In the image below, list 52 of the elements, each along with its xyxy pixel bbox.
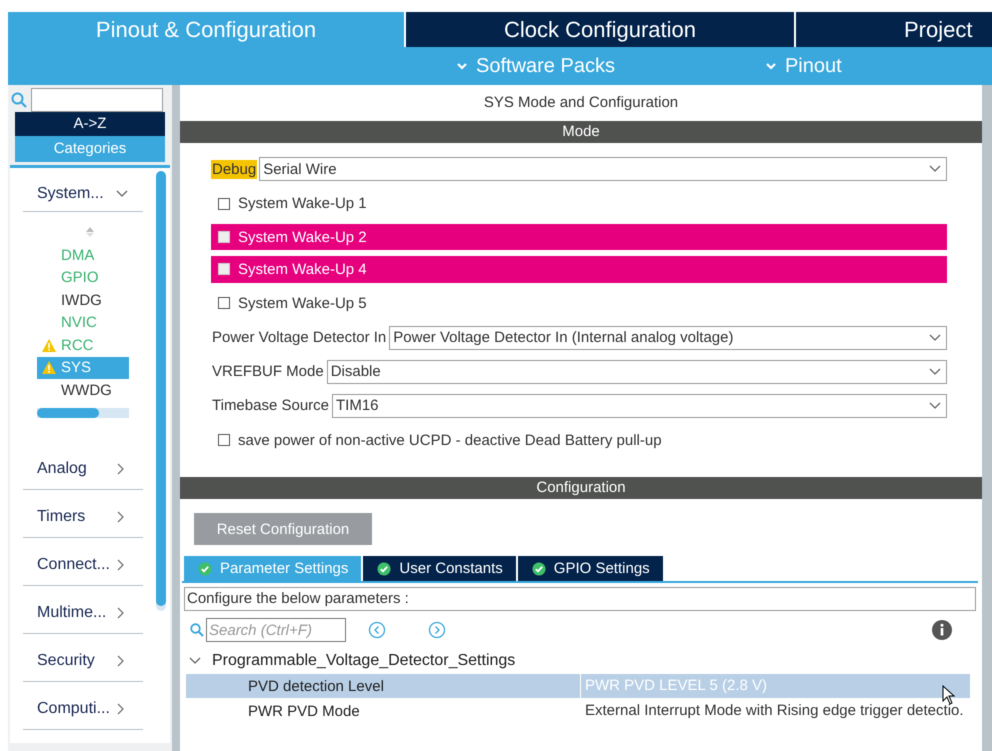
sort-tab[interactable]: A->Z bbox=[15, 112, 165, 136]
category-header[interactable]: Security bbox=[23, 634, 143, 682]
check-icon bbox=[198, 562, 212, 576]
checkbox[interactable] bbox=[218, 434, 230, 446]
category-header[interactable]: Timers bbox=[23, 490, 143, 538]
field-label: Power Voltage Detector In bbox=[211, 328, 388, 348]
field-label: Timebase Source bbox=[211, 396, 330, 416]
checkbox[interactable] bbox=[218, 297, 230, 310]
checkbox[interactable] bbox=[218, 198, 230, 210]
category-header[interactable]: Connect... bbox=[23, 538, 143, 586]
checkbox-label: save power of non-active UCPD - deactive Dead Battery pull-up bbox=[238, 432, 662, 449]
check-icon bbox=[532, 562, 546, 576]
search-icon bbox=[11, 92, 27, 108]
peripheral-item[interactable]: IWDG bbox=[37, 289, 129, 312]
checkbox-label: System Wake-Up 1 bbox=[238, 195, 367, 212]
parameter-name: PVD detection Level bbox=[247, 678, 385, 694]
category-header[interactable]: Computi... bbox=[23, 682, 143, 730]
category-header[interactable]: System... bbox=[23, 168, 143, 212]
search-icon bbox=[190, 623, 204, 637]
next-icon bbox=[428, 621, 446, 639]
sort-icon bbox=[85, 226, 95, 238]
category-header[interactable]: Analog bbox=[23, 442, 143, 490]
tree-group[interactable]: Programmable_Voltage_Detector_Settings bbox=[182, 649, 978, 673]
top-tab[interactable]: Project bbox=[794, 12, 992, 47]
peripheral-item[interactable]: WWDG bbox=[37, 379, 129, 402]
cursor-icon bbox=[942, 685, 956, 705]
dropdown[interactable]: Serial Wire bbox=[259, 157, 947, 181]
settings-tab[interactable]: User Constants bbox=[363, 556, 516, 581]
checkbox-label: System Wake-Up 2 bbox=[238, 228, 367, 246]
section-header: Mode bbox=[180, 121, 982, 143]
parameter-name: PWR PVD Mode bbox=[247, 702, 361, 720]
checkbox-label: System Wake-Up 5 bbox=[238, 294, 367, 312]
dropdown[interactable]: Disable bbox=[326, 360, 947, 384]
section-header: Configuration bbox=[180, 477, 982, 499]
dropdown[interactable]: TIM16 bbox=[332, 394, 947, 418]
search-field[interactable] bbox=[31, 88, 163, 112]
dropdown[interactable]: Power Voltage Detector In (Internal analog voltage) bbox=[389, 326, 947, 350]
previous-icon bbox=[368, 621, 386, 639]
hint-text: Configure the below parameters : bbox=[184, 587, 976, 611]
chevron-down-icon bbox=[764, 61, 777, 71]
field-label: VREFBUF Mode bbox=[211, 362, 325, 382]
checkbox-label: System Wake-Up 4 bbox=[238, 260, 367, 278]
info-icon bbox=[932, 620, 952, 640]
settings-tab[interactable]: GPIO Settings bbox=[518, 556, 663, 581]
panel-title: SYS Mode and Configuration bbox=[482, 93, 680, 113]
field-label: Debug bbox=[211, 160, 258, 178]
parameter-row[interactable]: PVD detection Level PWR PVD LEVEL 5 (2.8 V) bbox=[186, 674, 970, 698]
check-icon bbox=[377, 562, 392, 576]
top-tab[interactable]: Clock Configuration bbox=[404, 12, 794, 47]
chevron-down-icon bbox=[456, 61, 468, 71]
search-field[interactable]: Search (Ctrl+F) bbox=[206, 618, 346, 642]
category-header[interactable]: Multime... bbox=[23, 586, 143, 634]
